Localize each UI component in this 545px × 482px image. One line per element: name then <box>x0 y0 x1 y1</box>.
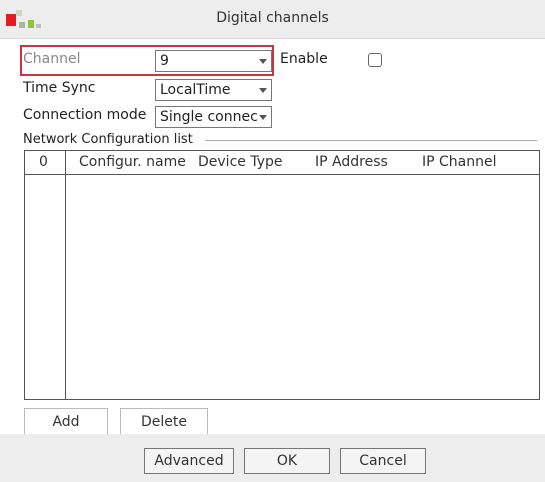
group-divider <box>205 140 537 141</box>
column-header-ip-address[interactable]: IP Address <box>315 154 388 170</box>
network-config-group-label: Network Configuration list <box>23 132 193 147</box>
advanced-button[interactable]: Advanced <box>144 448 234 474</box>
column-header-index[interactable]: 0 <box>39 154 48 170</box>
channel-select[interactable]: 9 <box>155 50 272 72</box>
index-column-divider <box>65 151 66 399</box>
network-config-table[interactable]: 0 Configur. name Device Type IP Address … <box>24 150 540 400</box>
chevron-down-icon <box>257 80 269 100</box>
title-divider <box>0 38 545 39</box>
add-button[interactable]: Add <box>24 408 108 434</box>
enable-label: Enable <box>280 51 328 67</box>
time-sync-select[interactable]: LocalTime <box>155 79 272 101</box>
connection-mode-select[interactable]: Single connec <box>155 106 272 128</box>
column-header-device-type[interactable]: Device Type <box>198 154 283 170</box>
time-sync-label: Time Sync <box>23 80 96 96</box>
channel-select-value: 9 <box>160 53 169 69</box>
channel-label: Channel <box>23 51 81 67</box>
enable-checkbox[interactable] <box>368 53 382 67</box>
table-header: 0 Configur. name Device Type IP Address … <box>25 151 539 175</box>
connection-mode-select-value: Single connec <box>160 109 258 125</box>
title-bar: Digital channels <box>0 0 545 38</box>
cancel-button[interactable]: Cancel <box>340 448 426 474</box>
ok-button[interactable]: OK <box>244 448 330 474</box>
connection-mode-label: Connection mode <box>23 107 147 123</box>
column-header-ip-channel[interactable]: IP Channel <box>422 154 497 170</box>
chevron-down-icon <box>257 51 269 71</box>
chevron-down-icon <box>257 107 269 127</box>
time-sync-select-value: LocalTime <box>160 82 231 98</box>
delete-button[interactable]: Delete <box>120 408 208 434</box>
column-header-config-name[interactable]: Configur. name <box>79 154 186 170</box>
window-title: Digital channels <box>216 10 329 26</box>
